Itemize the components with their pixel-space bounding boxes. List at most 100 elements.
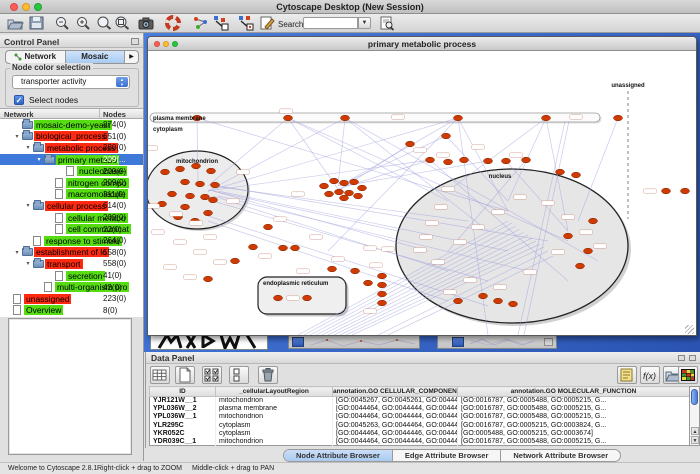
table-cell[interactable]: [GO:0005488, GO:0005215, GO:0003674] — [458, 429, 690, 437]
tree-row-label[interactable]: establishment of lo — [34, 247, 109, 257]
network-node[interactable] — [279, 245, 288, 251]
table-cell[interactable]: [GO:0044464, GO:0044444, GO:0044425, G..… — [333, 413, 458, 421]
network-node[interactable] — [556, 169, 565, 175]
network-node[interactable] — [231, 258, 240, 264]
select-attributes-icon[interactable] — [202, 366, 222, 384]
attribute-table-body[interactable]: YJR121W__1mitochondrion[GO:0045267, GO:0… — [150, 397, 690, 446]
tree-row[interactable]: unassigned223(0) — [0, 293, 143, 305]
background-window-titlebar[interactable] — [288, 334, 420, 349]
create-attribute-icon[interactable] — [175, 366, 195, 384]
network-node[interactable] — [681, 188, 690, 194]
scroll-down-icon[interactable]: ▼ — [691, 436, 699, 444]
table-cell[interactable]: [GO:0044464, GO:0044444, GO:0044425, G..… — [333, 437, 458, 445]
tree-row[interactable]: cell communicat22(0) — [0, 223, 143, 235]
expander-icon[interactable]: ▾ — [23, 260, 33, 267]
plasma-membrane-compartment[interactable] — [150, 113, 600, 122]
tab-edge-attribute-browser[interactable]: Edge Attribute Browser — [393, 450, 501, 461]
search-index-icon[interactable] — [378, 15, 396, 31]
network-node[interactable] — [358, 185, 367, 191]
network-node[interactable] — [186, 193, 195, 199]
network-node[interactable] — [196, 181, 205, 187]
network-node[interactable] — [454, 115, 463, 121]
tree-row[interactable]: Overview8(0) — [0, 305, 143, 317]
network-node[interactable] — [406, 141, 415, 147]
tab-node-attribute-browser[interactable]: Node Attribute Browser — [284, 450, 393, 461]
zoom-selected-icon[interactable] — [113, 15, 131, 31]
tree-header[interactable]: Network Nodes — [0, 108, 143, 119]
network-node[interactable] — [204, 276, 213, 282]
tree-row[interactable]: secretion41(0) — [0, 270, 143, 282]
tree-row[interactable]: nucleobase-209(0) — [0, 165, 143, 177]
zoom-out-icon[interactable] — [53, 15, 71, 31]
node-color-dropdown[interactable]: transporter activity ▲▼ — [12, 75, 130, 89]
network-node[interactable] — [378, 300, 387, 306]
scroll-up-icon[interactable]: ▲ — [691, 427, 699, 435]
tree-row[interactable]: response to stimulu264(0) — [0, 235, 143, 247]
tree-row[interactable]: ▾metabolic process280(0) — [0, 142, 143, 154]
tree-row-label[interactable]: cellular process — [45, 201, 108, 211]
table-row[interactable]: YPL036W__2plasma membrane[GO:0044464, GO… — [150, 405, 690, 413]
table-cell[interactable]: cytoplasm — [216, 421, 333, 429]
tree-col-nodes[interactable]: Nodes — [103, 110, 126, 119]
tree-row[interactable]: ▾establishment of lo558(0) — [0, 247, 143, 259]
network-node[interactable] — [662, 188, 671, 194]
network-node[interactable] — [479, 293, 488, 299]
tree-row[interactable]: mosaic-demo-yeast874(0) — [0, 119, 143, 131]
network-node[interactable] — [249, 244, 258, 250]
tree-row-label[interactable]: unassigned — [24, 294, 71, 304]
table-cell[interactable]: mitochondrion — [216, 413, 333, 421]
network-node[interactable] — [264, 224, 273, 230]
network-node[interactable] — [378, 273, 387, 279]
network-node[interactable] — [444, 159, 453, 165]
network-node[interactable] — [378, 291, 387, 297]
network-node[interactable] — [354, 193, 363, 199]
network-node[interactable] — [320, 183, 329, 189]
notes-icon[interactable] — [617, 366, 637, 384]
table-cell[interactable]: [GO:0045263, GO:0044464, GO:0044455, G..… — [333, 421, 458, 429]
network-node[interactable] — [181, 179, 190, 185]
network-node[interactable] — [584, 248, 593, 254]
network-node[interactable] — [484, 158, 493, 164]
more-tabs-arrow[interactable]: ▶ — [125, 51, 138, 63]
table-row[interactable]: YLR295Ccytoplasm[GO:0045263, GO:0044464,… — [150, 421, 690, 429]
tree-row-label[interactable]: biological_process — [34, 131, 108, 141]
network-node[interactable] — [168, 191, 177, 197]
zoom-fit-icon[interactable] — [95, 15, 113, 31]
network-overview-icon[interactable] — [192, 15, 210, 31]
network-node[interactable] — [572, 172, 581, 178]
network-node[interactable] — [209, 197, 218, 203]
tree-row[interactable]: multi-organism pro42(0) — [0, 281, 143, 293]
network-node[interactable] — [576, 263, 585, 269]
function-builder-icon[interactable]: f(x) — [640, 366, 660, 384]
table-cell[interactable]: YJR121W__1 — [150, 397, 216, 405]
tab-network[interactable]: Network — [6, 51, 66, 63]
table-cell[interactable]: YKR052C — [150, 429, 216, 437]
tab-network-attribute-browser[interactable]: Network Attribute Browser — [501, 450, 620, 461]
tree-row[interactable]: ▾transport558(0) — [0, 258, 143, 270]
tree-row-label[interactable]: secretion — [66, 271, 105, 281]
network-node[interactable] — [364, 280, 373, 286]
network-node[interactable] — [494, 298, 503, 304]
network-node[interactable] — [161, 169, 170, 175]
tree-row-label[interactable]: Overview — [24, 305, 63, 315]
network-node[interactable] — [614, 115, 623, 121]
network-canvas[interactable]: plasma membrane cytoplasm mitochondrion … — [148, 51, 696, 335]
network-node[interactable] — [201, 194, 210, 200]
tree-col-network[interactable]: Network — [4, 110, 34, 119]
network-window-titlebar[interactable]: primary metabolic process — [148, 37, 696, 51]
network-node[interactable] — [341, 115, 350, 121]
network-node[interactable] — [454, 298, 463, 304]
tree-row[interactable]: cellular metabo209(0) — [0, 212, 143, 224]
network-node[interactable] — [542, 115, 551, 121]
tree-row[interactable]: macromolecule311(0) — [0, 189, 143, 201]
network-node[interactable] — [274, 295, 283, 301]
network-node[interactable] — [330, 178, 339, 184]
network-node[interactable] — [303, 295, 312, 301]
table-row[interactable]: YKR052Ccytoplasm[GO:0044464, GO:0044446,… — [150, 429, 690, 437]
network-node[interactable] — [328, 266, 337, 272]
expander-icon[interactable]: ▾ — [23, 202, 33, 209]
window-resize-grip[interactable] — [685, 325, 694, 334]
tree-row-label[interactable]: transport — [45, 259, 83, 269]
network-node[interactable] — [426, 157, 435, 163]
table-column-header[interactable]: annotation.GO CELLULAR_COMPONENT — [333, 387, 458, 397]
